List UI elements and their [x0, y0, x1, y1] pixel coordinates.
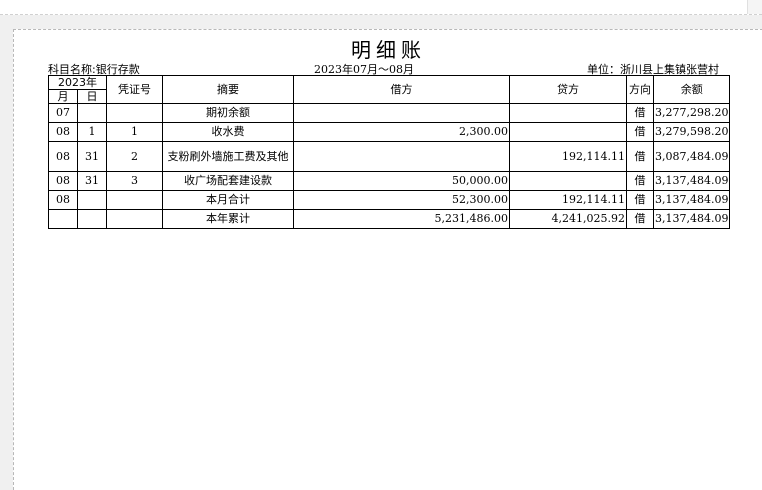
cell-month: 08	[48, 190, 78, 210]
cell-summary: 支粉刷外墙施工费及其他	[162, 141, 294, 172]
cell-direction: 借	[626, 122, 654, 142]
cell-direction: 借	[626, 209, 654, 229]
cell-day: 31	[77, 171, 107, 191]
cell-voucher	[106, 209, 163, 229]
cell-balance: 3,137,484.09	[652, 171, 731, 191]
cell-day	[77, 103, 107, 123]
cell-debit	[293, 141, 510, 172]
cell-voucher: 3	[106, 171, 163, 191]
cell-day	[77, 209, 107, 229]
cell-voucher: 1	[106, 122, 163, 142]
cell-month	[48, 209, 78, 229]
cell-debit: 52,300.00	[293, 190, 510, 210]
table-row: 07 期初余额 借 3,277,298.20	[48, 103, 731, 123]
header-year: 2023年	[48, 75, 107, 90]
cell-balance: 3,137,484.09	[652, 190, 731, 210]
cell-voucher: 2	[106, 141, 163, 172]
cell-balance: 3,137,484.09	[652, 209, 731, 229]
cell-day	[77, 190, 107, 210]
cell-direction: 借	[626, 171, 654, 191]
top-right-tab	[747, 0, 762, 14]
cell-voucher	[106, 103, 163, 123]
cell-debit	[293, 103, 510, 123]
header-debit: 借方	[293, 75, 510, 104]
table-row: 08 本月合计 52,300.00 192,114.11 借 3,137,484…	[48, 190, 731, 210]
cell-credit: 192,114.11	[509, 190, 627, 210]
cell-month: 07	[48, 103, 78, 123]
cell-day: 1	[77, 122, 107, 142]
cell-summary: 本月合计	[162, 190, 294, 210]
cell-debit: 2,300.00	[293, 122, 510, 142]
cell-credit	[509, 103, 627, 123]
table-row: 08 1 1 收水费 2,300.00 借 3,279,598.20	[48, 122, 731, 142]
header-voucher: 凭证号	[106, 75, 163, 104]
ledger-table: 2023年 凭证号 摘要 借方 贷方 方向 余额 月 日 07 期初余额 借 3…	[48, 75, 731, 229]
cell-balance: 3,087,484.09	[652, 141, 731, 172]
cell-balance: 3,279,598.20	[652, 122, 731, 142]
table-row: 本年累计 5,231,486.00 4,241,025.92 借 3,137,4…	[48, 209, 731, 229]
cell-summary: 收水费	[162, 122, 294, 142]
cell-direction: 借	[626, 141, 654, 172]
cell-summary: 期初余额	[162, 103, 294, 123]
table-row: 08 31 3 收广场配套建设款 50,000.00 借 3,137,484.0…	[48, 171, 731, 191]
cell-voucher	[106, 190, 163, 210]
cell-month: 08	[48, 171, 78, 191]
header-balance: 余额	[652, 75, 731, 104]
header-month: 月	[48, 89, 78, 104]
table-row: 08 31 2 支粉刷外墙施工费及其他 192,114.11 借 3,087,4…	[48, 141, 731, 172]
cell-month: 08	[48, 141, 78, 172]
cell-credit: 192,114.11	[509, 141, 627, 172]
header-direction: 方向	[626, 75, 654, 104]
cell-direction: 借	[626, 103, 654, 123]
cell-summary: 收广场配套建设款	[162, 171, 294, 191]
header-credit: 贷方	[509, 75, 627, 104]
cell-month: 08	[48, 122, 78, 142]
cell-debit: 50,000.00	[293, 171, 510, 191]
cell-credit: 4,241,025.92	[509, 209, 627, 229]
header-day: 日	[77, 89, 107, 104]
header-summary: 摘要	[162, 75, 294, 104]
cell-day: 31	[77, 141, 107, 172]
cell-summary: 本年累计	[162, 209, 294, 229]
report-page: 明细账 科目名称:银行存款 2023年07月～08月 单位：浙川县上集镇张营村 …	[13, 29, 762, 490]
cell-debit: 5,231,486.00	[293, 209, 510, 229]
window-top-bar	[0, 0, 762, 15]
cell-credit	[509, 171, 627, 191]
cell-balance: 3,277,298.20	[652, 103, 731, 123]
page-title: 明细账	[351, 38, 426, 62]
cell-direction: 借	[626, 190, 654, 210]
cell-credit	[509, 122, 627, 142]
